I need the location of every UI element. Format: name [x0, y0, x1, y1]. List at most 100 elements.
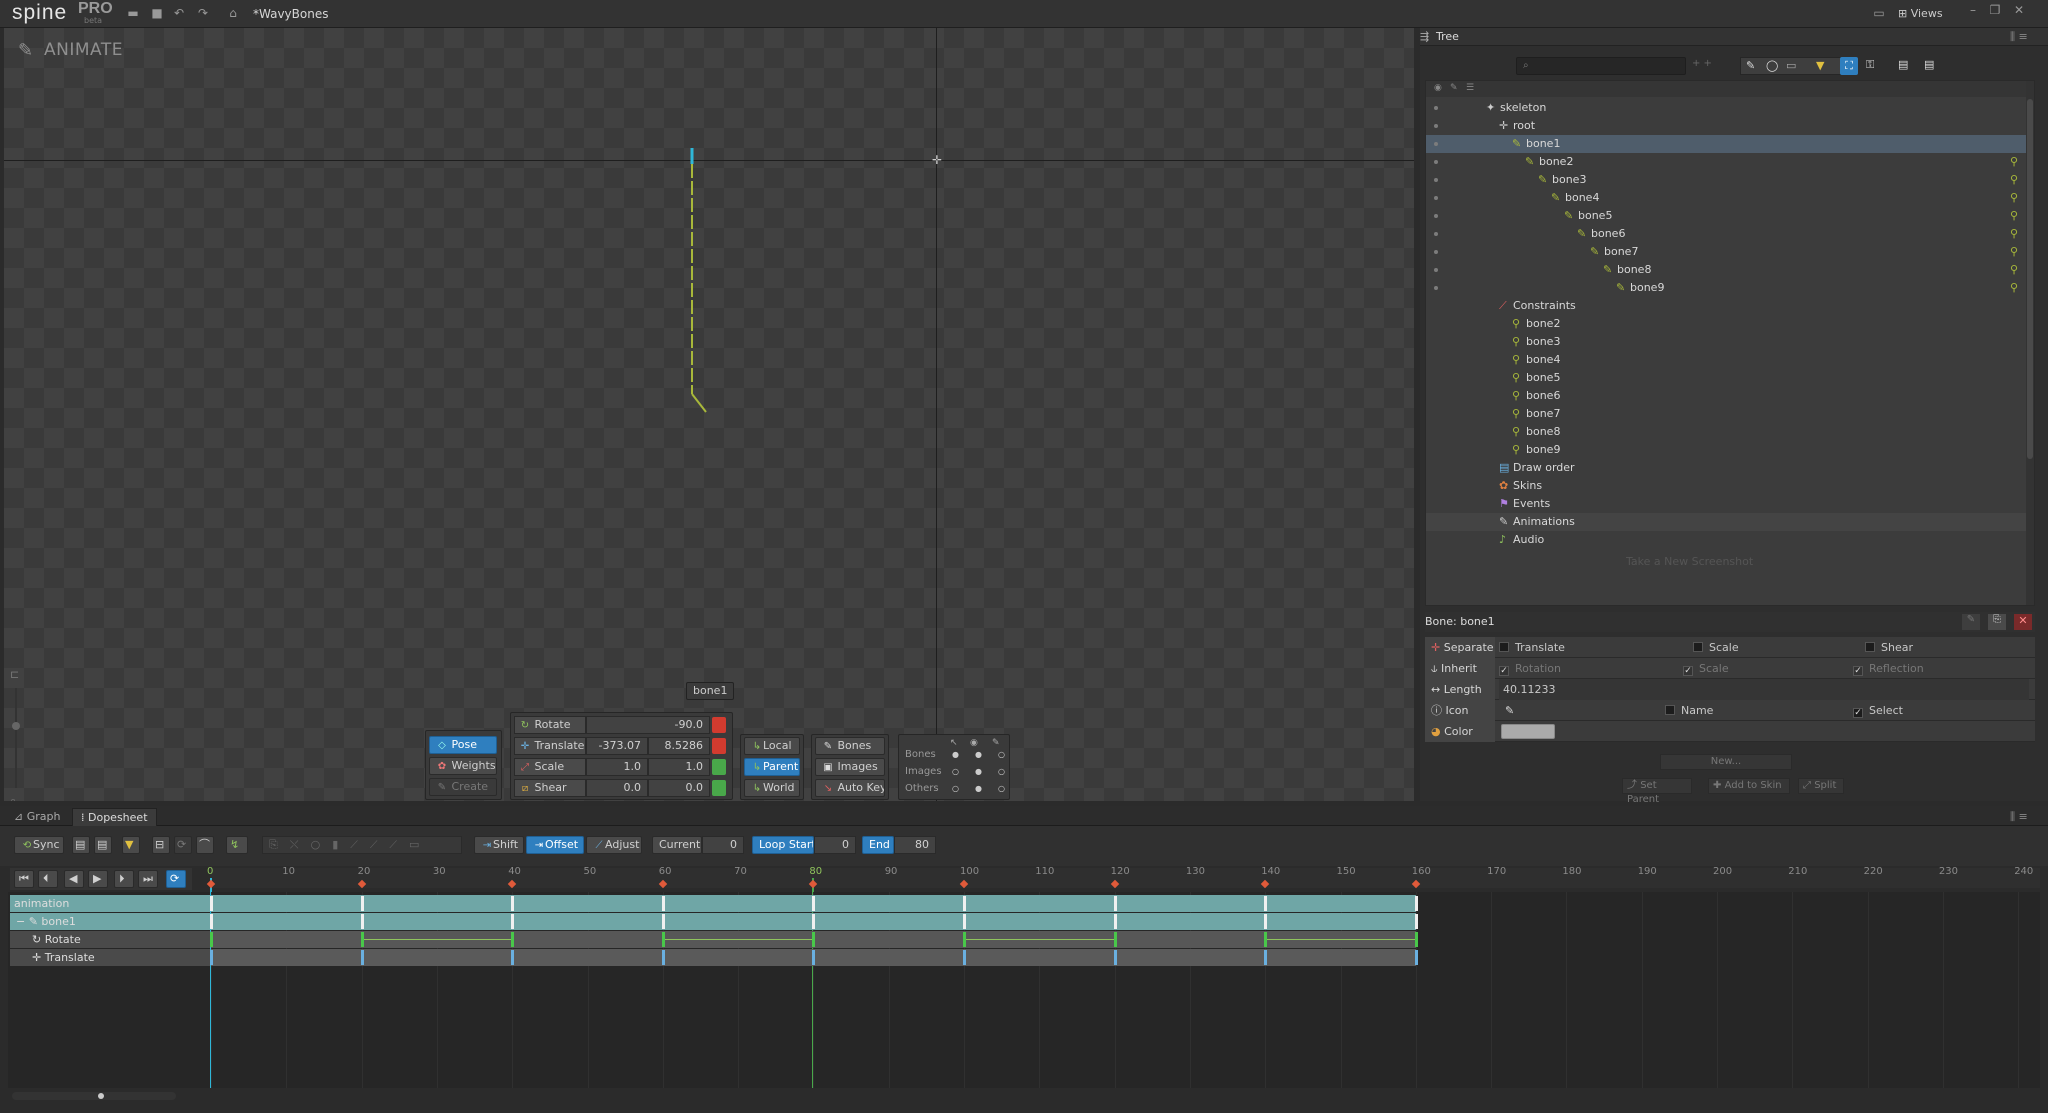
key-interpolation-icons[interactable]: ⎘⤬○▮⟋⟋⟋▭ [262, 836, 462, 854]
tree-row[interactable]: ✎ bone7 ⚲ [1426, 243, 2026, 261]
local-axes-button[interactable]: ↳ Local [744, 737, 800, 755]
tree-row[interactable]: ⟋ Constraints [1426, 297, 2026, 315]
translate-key-icon[interactable] [712, 738, 726, 754]
translate-y-value[interactable]: 8.5286 [648, 737, 710, 755]
sync-selection-icon[interactable]: ⛶ [1840, 57, 1858, 75]
keyframe[interactable] [661, 932, 665, 947]
shear-x-value[interactable]: 0.0 [586, 779, 648, 797]
keyframe[interactable] [1264, 932, 1268, 947]
keyframe[interactable] [812, 932, 816, 947]
inherit-reflection-checkbox[interactable]: Reflection [1853, 658, 1924, 679]
keyframe[interactable] [1113, 914, 1117, 929]
keyframe[interactable] [963, 932, 966, 947]
timeline-options-icon[interactable]: ⫼ ≡ [2010, 810, 2028, 824]
duplicate-icon[interactable]: ⎘ [1988, 614, 2006, 630]
visibility-dot[interactable] [1434, 196, 1438, 200]
tree-row[interactable]: ✎ bone4 ⚲ [1426, 189, 2026, 207]
shear-y-value[interactable]: 0.0 [648, 779, 710, 797]
copy-properties-icon[interactable]: ✎ [1962, 614, 1980, 630]
last-frame-icon[interactable]: ⏭ [138, 870, 158, 888]
tree-row[interactable]: ⚲ bone3 [1426, 333, 2026, 351]
tree-row[interactable]: ✎ Animations [1426, 513, 2026, 531]
export-icon[interactable]: ⌂ [226, 7, 240, 20]
separate-translate-checkbox[interactable]: Translate [1499, 637, 1565, 658]
separate-scale-checkbox[interactable]: Scale [1693, 637, 1739, 658]
auto-key-button[interactable]: ↘ Auto Key [815, 779, 885, 797]
split-button[interactable]: ⤢ Split [1798, 778, 1844, 794]
expand-icon[interactable]: + + [1692, 58, 1712, 69]
tree-row[interactable]: ✎ bone2 ⚲ [1426, 153, 2026, 171]
bones-filter-icon[interactable]: ✎ [1746, 59, 1755, 72]
tree-row[interactable]: ✎ bone6 ⚲ [1426, 225, 2026, 243]
tree-row[interactable]: ⚲ bone8 [1426, 423, 2026, 441]
layout-icon[interactable]: ▭ [1872, 7, 1886, 20]
keyframe[interactable] [963, 914, 966, 929]
visibility-dot[interactable] [1434, 178, 1438, 182]
scale-x-value[interactable]: 1.0 [586, 758, 648, 776]
zoom-slider-handle[interactable] [12, 722, 20, 730]
scale-key-icon[interactable] [712, 759, 726, 775]
tree-search-input[interactable]: ⌕ [1516, 57, 1686, 75]
lock-icon[interactable]: ⊟ [152, 836, 170, 854]
ghost-icon[interactable]: ↯ [226, 836, 248, 854]
keyframe[interactable] [1414, 914, 1418, 929]
zoom-slider-track[interactable] [15, 688, 17, 788]
add-to-skin-button[interactable]: ✚ Add to Skin [1708, 778, 1790, 794]
key-icon[interactable]: ⚿ [1866, 58, 1874, 72]
bone9-segment[interactable] [691, 393, 707, 413]
adjust-button[interactable]: ⟋ Adjust [586, 836, 642, 854]
visibility-dot[interactable] [1434, 286, 1438, 290]
keyframe[interactable] [812, 896, 816, 911]
play-reverse-icon[interactable]: ◀ [64, 870, 84, 888]
scale-tool-button[interactable]: ⤢ Scale [514, 758, 586, 776]
timeline-filter-icon[interactable]: ▼ [122, 836, 140, 854]
keyframe[interactable] [210, 914, 213, 929]
save-icon[interactable]: ■ [150, 7, 164, 20]
tree-row[interactable]: ✎ bone1 [1426, 135, 2026, 153]
repeat-icon[interactable]: ⟳ [166, 870, 186, 888]
rotate-tool-button[interactable]: ↻ Rotate [514, 716, 586, 734]
restore-icon[interactable]: ❐ [1988, 4, 2002, 17]
rotate-value[interactable]: -90.0 [586, 716, 710, 734]
color-swatch[interactable] [1501, 724, 1555, 739]
keyframe[interactable] [963, 950, 966, 965]
keyframe[interactable] [1113, 950, 1117, 965]
bones-visibility-toggles[interactable]: ●●○ [952, 750, 1021, 759]
paste-keys-icon[interactable]: ▤ [94, 836, 112, 854]
keyframe[interactable] [1264, 896, 1268, 911]
close-window-icon[interactable]: ✕ [2012, 4, 2026, 17]
parent-axes-button[interactable]: ↳ Parent [744, 758, 800, 776]
views-button[interactable]: ⊞ Views [1898, 7, 1943, 20]
track-label[interactable]: ↻ Rotate [10, 931, 210, 948]
separate-shear-checkbox[interactable]: Shear [1865, 637, 1913, 658]
timeline-zoom-slider[interactable] [12, 1092, 176, 1100]
end-frame-input[interactable]: 80 [894, 836, 936, 854]
keyframe[interactable] [661, 896, 665, 911]
offset-button[interactable]: ⇥ Offset [526, 836, 584, 854]
attachments-filter-icon[interactable]: ▭ [1786, 59, 1796, 72]
tree-scrollbar[interactable] [2026, 81, 2034, 605]
keyframe[interactable] [812, 914, 816, 929]
tree-row[interactable]: ✎ bone3 ⚲ [1426, 171, 2026, 189]
tree-row[interactable]: ✎ bone9 ⚲ [1426, 279, 2026, 297]
keyframe[interactable] [1113, 932, 1117, 947]
keyframe[interactable] [511, 950, 515, 965]
set-parent-button[interactable]: ⤴ Set Parent [1622, 778, 1692, 805]
keyframe[interactable] [661, 914, 665, 929]
minimize-icon[interactable]: – [1966, 4, 1980, 17]
slots-filter-icon[interactable]: ◯ [1766, 59, 1778, 72]
current-frame-input[interactable]: 0 [702, 836, 744, 854]
end-toggle[interactable]: End [862, 836, 894, 854]
pan-icon[interactable]: ⊏ [10, 668, 24, 682]
track-label[interactable]: animation [10, 895, 210, 912]
keyframe[interactable] [360, 896, 364, 911]
timeline-zoom-handle[interactable] [98, 1093, 104, 1099]
keyframe[interactable] [511, 932, 515, 947]
select-checkbox[interactable]: Select [1853, 700, 1903, 721]
tree-row[interactable]: ⚲ bone2 [1426, 315, 2026, 333]
images-visibility-toggles[interactable]: ○●○ [952, 767, 1021, 776]
tab-dopesheet[interactable]: ⁞ Dopesheet [72, 808, 157, 826]
play-icon[interactable]: ▶ [88, 870, 108, 888]
visibility-dot[interactable] [1434, 142, 1438, 146]
tree-row[interactable]: ⚲ bone9 [1426, 441, 2026, 459]
